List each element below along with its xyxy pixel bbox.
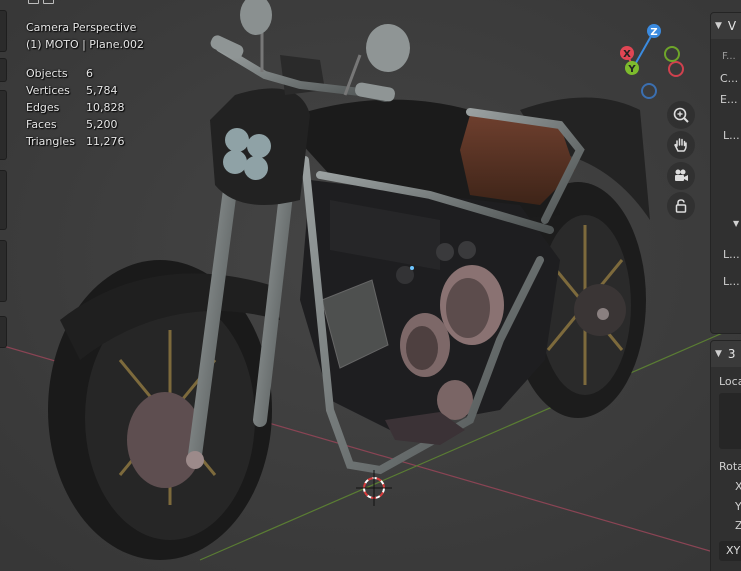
editor-type-icon[interactable] bbox=[28, 0, 39, 4]
y-axis-label: Y bbox=[627, 64, 636, 75]
chevron-down-icon: ▼ bbox=[715, 349, 722, 359]
stat-value: 11,276 bbox=[86, 135, 125, 148]
tool-select-button[interactable] bbox=[0, 10, 7, 52]
view-panel-header[interactable]: ▼ V bbox=[711, 13, 741, 39]
rotation-label: Rota bbox=[719, 460, 741, 473]
view-panel-title: V bbox=[727, 19, 737, 33]
stat-row: Triangles 11,276 bbox=[26, 133, 125, 150]
end-label: E... bbox=[720, 93, 738, 106]
stat-label: Triangles bbox=[26, 135, 75, 148]
tool-annotate-button[interactable] bbox=[0, 240, 7, 302]
tool-shelf bbox=[0, 0, 8, 571]
tool-cursor-button[interactable] bbox=[0, 58, 7, 82]
view-panel: ▼ V F... C... E... L... ▼ L... L... bbox=[710, 12, 741, 334]
z-axis-label: Z bbox=[650, 27, 657, 38]
header-icons bbox=[28, 0, 54, 4]
rotation-y-label: Y bbox=[735, 500, 741, 513]
stat-value: 10,828 bbox=[86, 101, 125, 114]
chevron-down-icon: ▼ bbox=[715, 21, 722, 31]
rotation-mode-select[interactable]: XY bbox=[719, 541, 741, 561]
stat-label: Faces bbox=[26, 118, 57, 131]
view-name: Camera Perspective bbox=[26, 21, 137, 34]
pan-button[interactable] bbox=[667, 131, 695, 159]
lock-label: L... bbox=[723, 248, 740, 261]
zoom-icon bbox=[673, 107, 689, 123]
transform-panel: ▼ 3 Loca Rota X Y Z XY bbox=[710, 340, 741, 571]
location-label: Loca bbox=[719, 375, 741, 388]
stat-row: Faces 5,200 bbox=[26, 116, 125, 133]
tool-transform-button[interactable] bbox=[0, 170, 7, 230]
transform-panel-header[interactable]: ▼ 3 bbox=[711, 341, 741, 367]
stat-value: 5,200 bbox=[86, 118, 118, 131]
active-object-name: (1) MOTO | Plane.002 bbox=[26, 38, 144, 51]
3d-viewport[interactable]: Camera Perspective (1) MOTO | Plane.002 … bbox=[0, 0, 741, 571]
lock-camera-label: L... bbox=[723, 275, 740, 288]
tool-measure-button[interactable] bbox=[0, 316, 7, 348]
hand-icon bbox=[674, 138, 687, 152]
axis-neg-x bbox=[668, 61, 684, 77]
rotation-mode-value: XY bbox=[726, 544, 741, 557]
x-axis-label: X bbox=[623, 49, 631, 60]
tool-move-button[interactable] bbox=[0, 90, 7, 160]
stat-row: Objects 6 bbox=[26, 65, 125, 82]
camera-view-button[interactable] bbox=[667, 162, 695, 190]
rotation-z-label: Z bbox=[735, 519, 741, 532]
zoom-button[interactable] bbox=[667, 101, 695, 129]
stat-label: Objects bbox=[26, 67, 68, 80]
clip-label: C... bbox=[720, 72, 739, 85]
stat-row: Vertices 5,784 bbox=[26, 82, 125, 99]
scene-statistics: Objects 6 Vertices 5,784 Edges 10,828 Faces… bbox=[26, 65, 125, 150]
camera-icon bbox=[675, 169, 688, 181]
viewport-info: Camera Perspective (1) MOTO | Plane.002 bbox=[26, 19, 144, 53]
stat-value: 6 bbox=[86, 67, 93, 80]
lock-view-button[interactable] bbox=[667, 192, 695, 220]
sidebar-region: ▼ V F... C... E... L... ▼ L... L... ▼ 3 … bbox=[710, 0, 741, 571]
transform-panel-title: 3 bbox=[727, 347, 736, 361]
rotation-x-label: X bbox=[735, 480, 741, 493]
file-icon[interactable] bbox=[43, 0, 54, 4]
focal-length-label: F... bbox=[722, 51, 736, 62]
stat-row: Edges 10,828 bbox=[26, 99, 125, 116]
location-field[interactable] bbox=[719, 393, 741, 449]
sub-chevron-icon: ▼ bbox=[733, 219, 740, 228]
navigation-gizmo[interactable]: X Z Y bbox=[610, 20, 694, 104]
lock-icon bbox=[675, 199, 687, 213]
stat-label: Edges bbox=[26, 101, 60, 114]
stat-label: Vertices bbox=[26, 84, 70, 97]
local-camera-label: L... bbox=[723, 129, 740, 142]
axis-neg-y bbox=[664, 46, 680, 62]
stat-value: 5,784 bbox=[86, 84, 118, 97]
axis-neg-z bbox=[641, 83, 657, 99]
